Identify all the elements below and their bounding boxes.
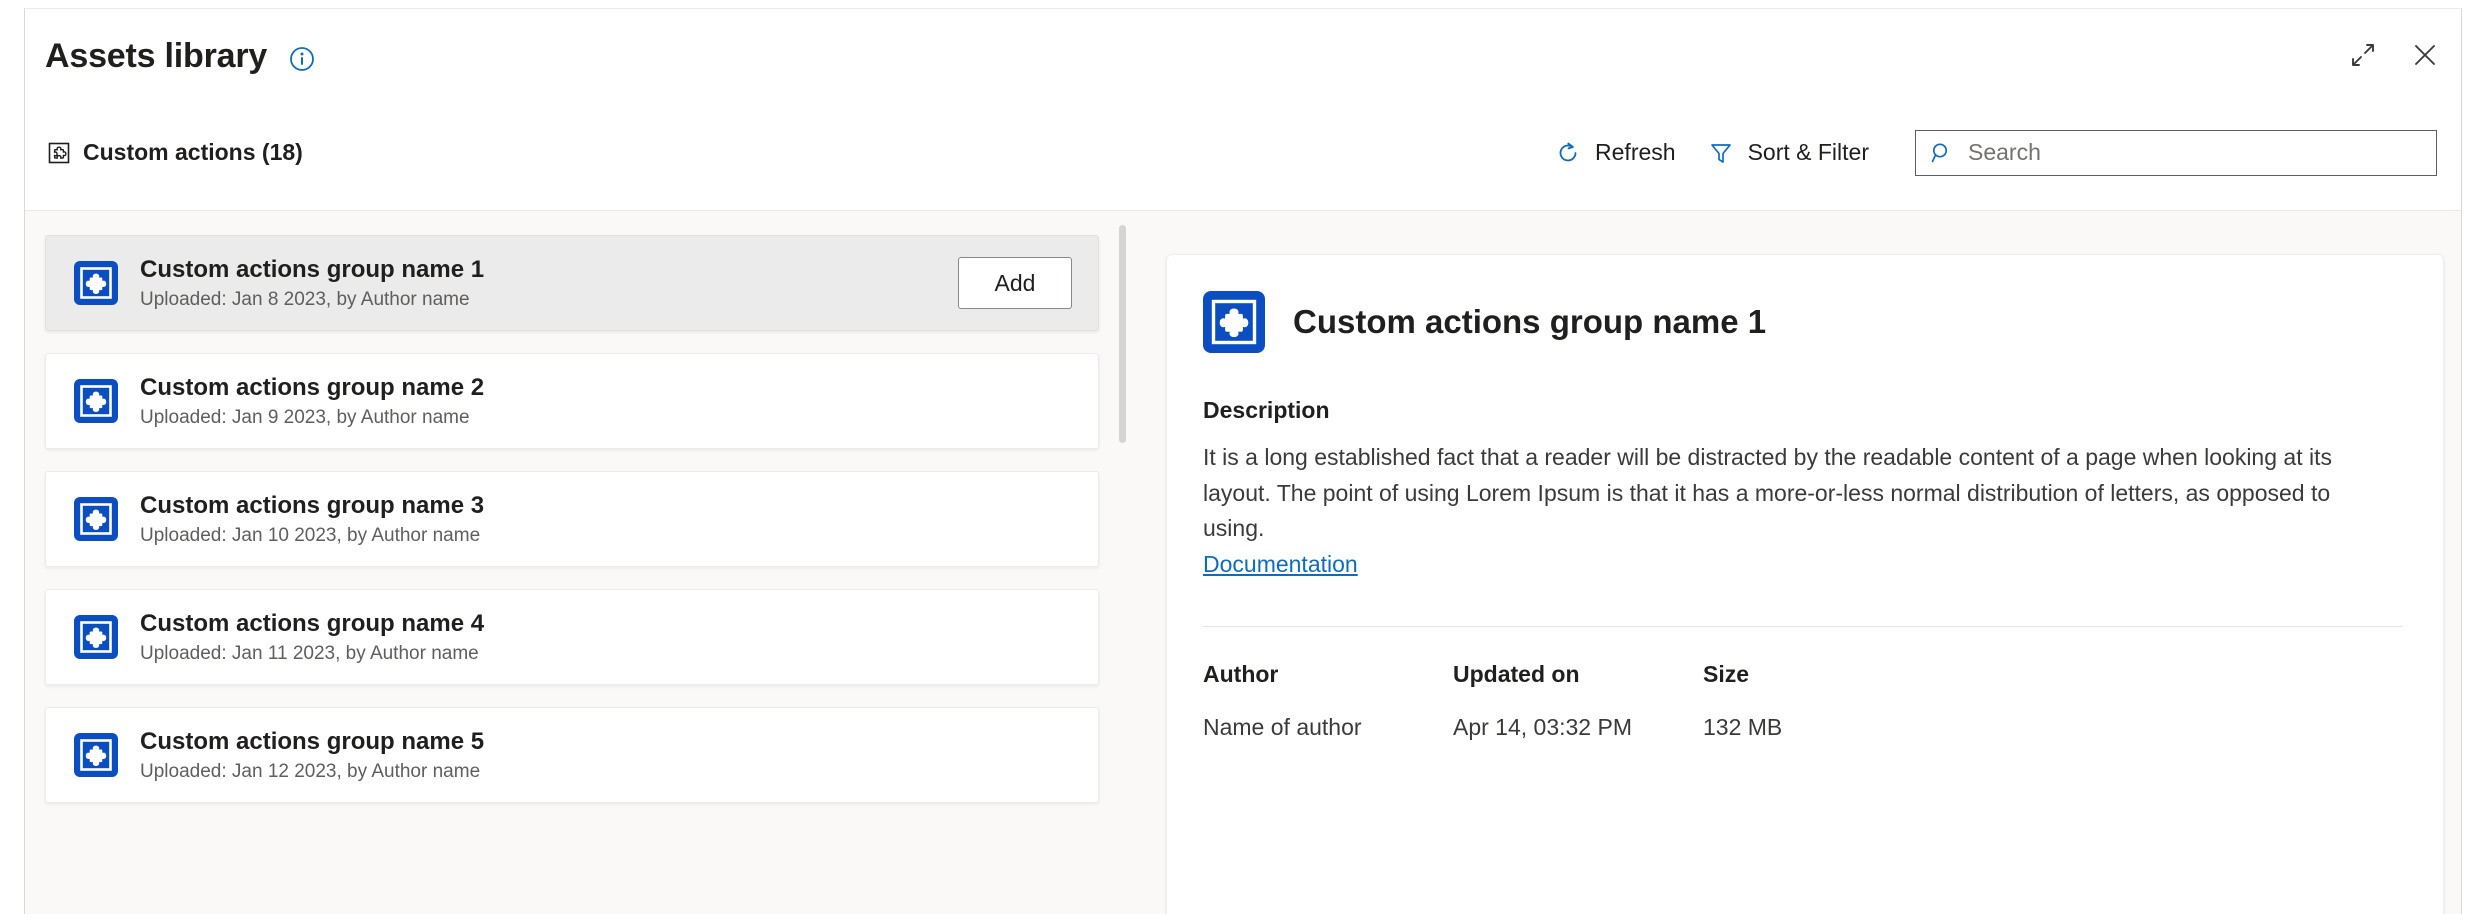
list-item-text: Custom actions group name 1 Uploaded: Ja… (140, 255, 484, 311)
refresh-button[interactable]: Refresh (1539, 129, 1692, 176)
meta-label: Updated on (1453, 661, 1703, 688)
detail-header: Custom actions group name 1 (1203, 291, 2403, 353)
list-item-title: Custom actions group name 3 (140, 491, 484, 521)
list-item[interactable]: Custom actions group name 1 Uploaded: Ja… (45, 235, 1099, 331)
list-item[interactable]: Custom actions group name 4 Uploaded: Ja… (45, 589, 1099, 685)
meta-value: Name of author (1203, 714, 1453, 741)
custom-actions-badge-icon (74, 261, 118, 305)
assets-list-inner: Custom actions group name 1 Uploaded: Ja… (45, 235, 1101, 803)
assets-list: Custom actions group name 1 Uploaded: Ja… (25, 211, 1144, 914)
list-item-text: Custom actions group name 4 Uploaded: Ja… (140, 609, 484, 665)
custom-actions-badge-icon (74, 615, 118, 659)
subheader: Custom actions (18) Refresh (25, 95, 2461, 210)
custom-actions-badge-icon (74, 497, 118, 541)
sort-filter-button[interactable]: Sort & Filter (1692, 129, 1885, 176)
list-item-text: Custom actions group name 2 Uploaded: Ja… (140, 373, 484, 429)
list-item-title: Custom actions group name 5 (140, 727, 484, 757)
description-label: Description (1203, 397, 2403, 424)
filter-funnel-icon (1708, 140, 1734, 166)
detail-title: Custom actions group name 1 (1293, 303, 1766, 341)
list-item-text: Custom actions group name 3 Uploaded: Ja… (140, 491, 484, 547)
sort-filter-label: Sort & Filter (1748, 139, 1869, 166)
refresh-label: Refresh (1595, 139, 1676, 166)
search-icon (1930, 141, 1954, 165)
meta-label: Author (1203, 661, 1453, 688)
list-item-title: Custom actions group name 2 (140, 373, 484, 403)
list-item-title: Custom actions group name 1 (140, 255, 484, 285)
list-item-text: Custom actions group name 5 Uploaded: Ja… (140, 727, 484, 783)
list-item[interactable]: Custom actions group name 3 Uploaded: Ja… (45, 471, 1099, 567)
meta-divider (1203, 626, 2403, 627)
list-item-subtitle: Uploaded: Jan 9 2023, by Author name (140, 407, 484, 429)
title-row: Assets library (45, 37, 315, 76)
list-item-subtitle: Uploaded: Jan 8 2023, by Author name (140, 289, 484, 311)
window-actions (2345, 37, 2443, 73)
list-item-subtitle: Uploaded: Jan 10 2023, by Author name (140, 525, 484, 547)
search-input[interactable] (1968, 139, 2422, 166)
list-scrollbar-thumb[interactable] (1119, 225, 1126, 443)
custom-actions-badge-icon (74, 379, 118, 423)
dialog-body: Custom actions group name 1 Uploaded: Ja… (25, 211, 2461, 914)
detail-card: Custom actions group name 1 Description … (1166, 254, 2444, 914)
list-item[interactable]: Custom actions group name 2 Uploaded: Ja… (45, 353, 1099, 449)
info-circle-icon[interactable] (289, 46, 315, 72)
list-item-title: Custom actions group name 4 (140, 609, 484, 639)
detail-pane: Custom actions group name 1 Description … (1144, 211, 2461, 914)
assets-library-dialog: Assets library (24, 8, 2462, 914)
documentation-link[interactable]: Documentation (1203, 551, 1358, 578)
list-scrollbar[interactable] (1115, 219, 1129, 914)
expand-button[interactable] (2345, 37, 2381, 73)
custom-actions-badge-icon (1203, 291, 1265, 353)
list-item-subtitle: Uploaded: Jan 12 2023, by Author name (140, 761, 484, 783)
list-item[interactable]: Custom actions group name 5 Uploaded: Ja… (45, 707, 1099, 803)
toolbar: Refresh Sort & Filter (1539, 129, 2437, 176)
meta-col-size: Size 132 MB (1703, 661, 1953, 741)
search-box[interactable] (1915, 130, 2437, 176)
custom-actions-icon (47, 141, 71, 165)
meta-value: Apr 14, 03:32 PM (1453, 714, 1703, 741)
refresh-icon (1555, 140, 1581, 166)
description-text: It is a long established fact that a rea… (1203, 440, 2363, 547)
list-item-subtitle: Uploaded: Jan 11 2023, by Author name (140, 643, 484, 665)
breadcrumb: Custom actions (18) (47, 139, 303, 166)
add-button[interactable]: Add (958, 257, 1072, 309)
custom-actions-badge-icon (74, 733, 118, 777)
meta-grid: Author Name of author Updated on Apr 14,… (1203, 661, 2403, 741)
page-title: Assets library (45, 37, 267, 76)
close-button[interactable] (2407, 37, 2443, 73)
meta-col-updated-on: Updated on Apr 14, 03:32 PM (1453, 661, 1703, 741)
meta-label: Size (1703, 661, 1953, 688)
breadcrumb-label: Custom actions (18) (83, 139, 303, 166)
meta-value: 132 MB (1703, 714, 1953, 741)
meta-col-author: Author Name of author (1203, 661, 1453, 741)
dialog-header: Assets library (25, 9, 2461, 211)
